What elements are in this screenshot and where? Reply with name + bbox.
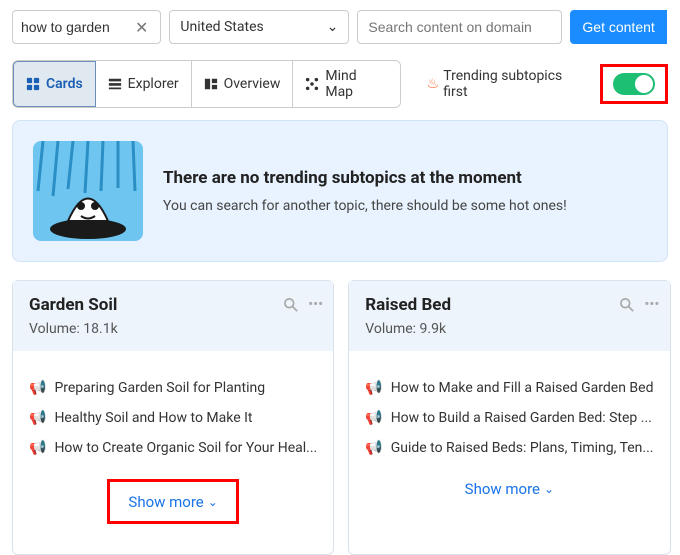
search-input[interactable] <box>21 19 131 35</box>
show-more-highlight: Show more⌄ <box>107 479 238 524</box>
show-more-link[interactable]: Show more⌄ <box>465 480 554 498</box>
card-volume: Volume: 18.1k <box>29 321 317 337</box>
topic-card: Garden Soil Volume: 18.1k ••• 📢 Preparin… <box>12 280 334 555</box>
toggle-highlight <box>600 64 668 104</box>
trending-label: ♨ Trending subtopics first <box>427 68 590 100</box>
clear-icon[interactable]: ✕ <box>131 18 152 37</box>
overview-icon <box>204 77 218 91</box>
card-title: Raised Bed <box>365 295 653 315</box>
get-content-button[interactable]: Get content <box>570 10 666 44</box>
banner-title: There are no trending subtopics at the m… <box>163 168 567 188</box>
country-select[interactable]: United States ⌄ <box>169 10 349 44</box>
tab-label: Overview <box>224 76 281 92</box>
card-title: Garden Soil <box>29 295 317 315</box>
list-item[interactable]: 📢 How to Create Organic Soil for Your He… <box>29 433 317 463</box>
chevron-down-icon: ⌄ <box>544 482 554 496</box>
list-item[interactable]: 📢 How to Make and Fill a Raised Garden B… <box>365 373 653 403</box>
view-tabs: Cards Explorer Overview Mind Map <box>12 60 401 108</box>
explorer-icon <box>108 77 122 91</box>
domain-search-input[interactable] <box>357 10 562 44</box>
country-label: United States <box>180 19 263 35</box>
megaphone-icon: 📢 <box>29 440 46 456</box>
search-icon[interactable] <box>284 295 298 313</box>
cards-icon <box>26 77 40 91</box>
list-item[interactable]: 📢 Preparing Garden Soil for Planting <box>29 373 317 403</box>
tab-label: Cards <box>46 76 83 92</box>
banner-illustration <box>33 141 143 241</box>
search-icon[interactable] <box>620 295 634 313</box>
empty-banner: There are no trending subtopics at the m… <box>12 120 668 262</box>
banner-desc: You can search for another topic, there … <box>163 198 567 214</box>
megaphone-icon: 📢 <box>29 380 46 396</box>
list-item[interactable]: 📢 How to Build a Raised Garden Bed: Step… <box>365 403 653 433</box>
fire-icon: ♨ <box>427 76 440 92</box>
topic-card: Raised Bed Volume: 9.9k ••• 📢 How to Mak… <box>348 280 670 555</box>
mindmap-icon <box>305 77 319 91</box>
megaphone-icon: 📢 <box>29 410 46 426</box>
more-icon[interactable]: ••• <box>308 295 323 313</box>
more-icon[interactable]: ••• <box>644 295 659 313</box>
card-volume: Volume: 9.9k <box>365 321 653 337</box>
show-more-link[interactable]: Show more⌄ <box>128 493 217 511</box>
tab-mindmap[interactable]: Mind Map <box>293 61 399 107</box>
list-item[interactable]: 📢 Healthy Soil and How to Make It <box>29 403 317 433</box>
megaphone-icon: 📢 <box>365 380 382 396</box>
list-item[interactable]: 📢 Guide to Raised Beds: Plans, Timing, T… <box>365 433 653 463</box>
megaphone-icon: 📢 <box>365 410 382 426</box>
search-field[interactable]: ✕ <box>12 10 161 44</box>
tab-explorer[interactable]: Explorer <box>96 61 192 107</box>
tab-label: Explorer <box>128 76 179 92</box>
chevron-down-icon: ⌄ <box>327 19 339 35</box>
trending-toggle[interactable] <box>613 73 655 95</box>
megaphone-icon: 📢 <box>365 440 382 456</box>
tab-overview[interactable]: Overview <box>192 61 294 107</box>
tab-cards[interactable]: Cards <box>12 60 97 108</box>
chevron-down-icon: ⌄ <box>208 495 218 509</box>
tab-label: Mind Map <box>325 68 387 100</box>
